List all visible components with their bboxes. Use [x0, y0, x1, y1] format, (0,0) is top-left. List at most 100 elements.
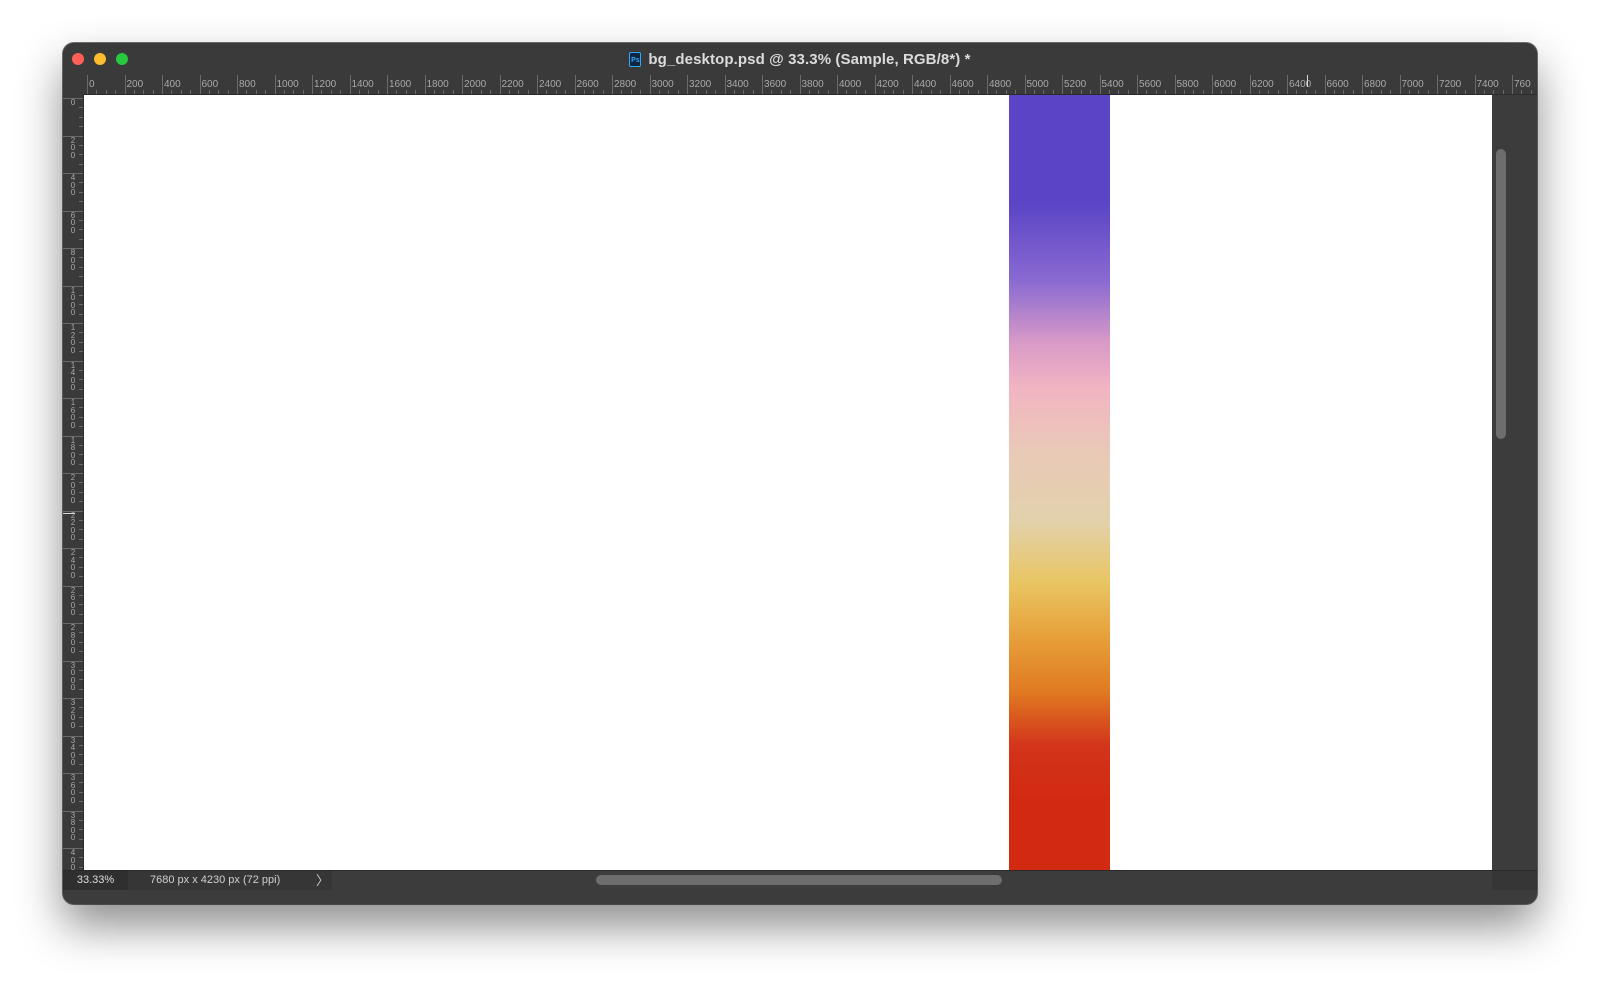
ruler-minor-tick [1483, 90, 1485, 94]
ruler-minor-tick [743, 90, 745, 94]
document-info[interactable]: 7680 px x 4230 px (72 ppi) [150, 871, 280, 890]
ruler-major-tick [1324, 75, 1326, 94]
ruler-minor-tick [79, 754, 83, 756]
horizontal-ruler[interactable]: 0 200 400 600 800 1000 1200 1400 1600 1800 2000 220… [84, 75, 1537, 95]
ruler-minor-tick [79, 866, 83, 868]
ruler-major-tick [462, 75, 463, 94]
ruler-minor-tick [1221, 90, 1223, 94]
ruler-minor-tick [790, 90, 792, 94]
ruler-minor-tick [152, 90, 154, 94]
ruler-minor-tick [1108, 90, 1110, 94]
title-bar[interactable]: Ps bg_desktop.psd @ 33.3% (Sample, RGB/8… [63, 43, 1537, 75]
ruler-major-tick [1474, 75, 1476, 94]
horizontal-scroll-thumb[interactable] [596, 875, 1002, 885]
ruler-minor-tick [1052, 90, 1054, 94]
ruler-minor-tick [79, 538, 83, 540]
ruler-major-tick [1362, 75, 1363, 94]
document-canvas[interactable] [84, 95, 1492, 870]
ruler-tick-label: 1000 [276, 79, 299, 90]
ruler-minor-tick [368, 90, 370, 94]
ruler-major-tick [162, 75, 163, 94]
ruler-major-tick [649, 75, 651, 94]
ruler-minor-tick [227, 90, 229, 94]
ruler-minor-tick [593, 90, 595, 94]
ruler-major-tick [237, 75, 238, 94]
ruler-tick-label: 2200 [501, 79, 524, 90]
ruler-minor-tick [79, 604, 83, 606]
ruler-minor-tick [1080, 90, 1082, 94]
vertical-scroll-thumb[interactable] [1496, 149, 1506, 439]
zoom-level-field[interactable]: 33.33% [63, 871, 128, 890]
ruler-minor-tick [1183, 90, 1185, 94]
vertical-ruler[interactable]: 0 200 400 600 800 1000 1200 1400 1600 1800 2000 220… [63, 95, 84, 879]
ruler-minor-tick [79, 369, 83, 371]
ruler-major-tick [1062, 75, 1063, 94]
ruler-minor-tick [508, 90, 510, 94]
ruler-minor-tick [546, 90, 548, 94]
ruler-tick-label: 1200 [314, 79, 337, 90]
ruler-minor-tick [79, 126, 83, 128]
ruler-minor-tick [105, 90, 107, 94]
ruler-tick-label: 4000 [839, 79, 862, 90]
ruler-tick-label: 1600 [389, 79, 412, 90]
ruler-minor-tick [79, 491, 83, 493]
ruler-minor-tick [79, 313, 83, 315]
ruler-minor-tick [1446, 90, 1448, 94]
ruler-minor-tick [79, 416, 83, 418]
ruler-minor-tick [79, 726, 83, 728]
ruler-minor-tick [1258, 90, 1260, 94]
ruler-tick-label: 7400 [1476, 79, 1499, 90]
ruler-minor-tick [1427, 90, 1429, 94]
ruler-tick-label: 1800 [426, 79, 449, 90]
ruler-minor-tick [1530, 90, 1532, 94]
ruler-minor-tick [565, 90, 567, 94]
ruler-minor-tick [79, 519, 83, 521]
ruler-minor-tick [958, 90, 960, 94]
ruler-tick-label: 5800 [1176, 79, 1199, 90]
ruler-minor-tick [415, 90, 417, 94]
ruler-minor-tick [79, 744, 83, 746]
ruler-minor-tick [1127, 90, 1129, 94]
ruler-minor-tick [79, 763, 83, 765]
ruler-tick-label: 3400 [726, 79, 749, 90]
ruler-major-tick [837, 75, 838, 94]
ruler-minor-tick [79, 716, 83, 718]
ruler-major-tick [912, 75, 913, 94]
photoshop-document-window: Ps bg_desktop.psd @ 33.3% (Sample, RGB/8… [63, 43, 1537, 904]
chevron-right-icon[interactable]: 〉 [316, 871, 329, 890]
ruler-tick-label: 3200 [70, 698, 76, 730]
ruler-minor-tick [705, 90, 707, 94]
ruler-major-tick [312, 75, 313, 94]
ruler-minor-tick [79, 679, 83, 681]
ruler-minor-tick [1296, 90, 1298, 94]
ruler-tick-label: 200 [70, 135, 76, 160]
ruler-minor-tick [893, 90, 895, 94]
ruler-tick-label: 4200 [876, 79, 899, 90]
ruler-origin[interactable] [63, 75, 84, 95]
ruler-minor-tick [79, 266, 83, 268]
ruler-major-tick [1212, 75, 1213, 94]
ruler-minor-tick [818, 90, 820, 94]
ruler-tick-label: 2200 [70, 510, 76, 542]
ruler-tick-label: 7000 [1401, 79, 1424, 90]
ruler-minor-tick [79, 379, 83, 381]
ruler-tick-label: 2800 [614, 79, 637, 90]
ruler-minor-tick [452, 90, 454, 94]
ruler-minor-tick [79, 351, 83, 353]
ruler-minor-tick [1268, 90, 1270, 94]
ruler-minor-tick [1118, 90, 1120, 94]
ruler-major-tick [1137, 75, 1138, 94]
ruler-minor-tick [79, 829, 83, 831]
ruler-minor-tick [968, 90, 970, 94]
ruler-minor-tick [79, 294, 83, 296]
horizontal-scrollbar[interactable] [332, 871, 1492, 890]
vertical-scrollbar[interactable] [1492, 95, 1510, 870]
ruler-minor-tick [79, 632, 83, 634]
ruler-major-tick [199, 75, 201, 94]
ruler-minor-tick [79, 154, 83, 156]
ruler-tick-label: 800 [239, 79, 256, 90]
ruler-tick-label: 5000 [1026, 79, 1049, 90]
ruler-minor-tick [79, 219, 83, 221]
ruler-major-tick [1024, 75, 1026, 94]
ruler-minor-tick [443, 90, 445, 94]
